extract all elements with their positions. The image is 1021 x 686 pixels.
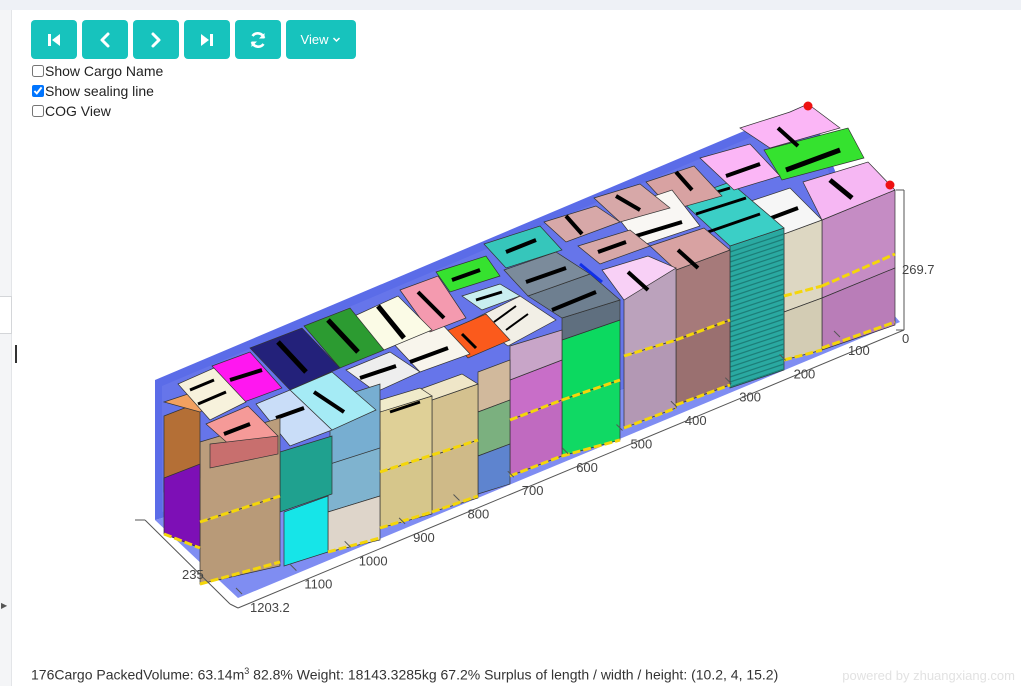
length-tick-label: 1100 [304,577,332,592]
length-tick-label: 200 [794,366,816,381]
powered-by-credit: powered by zhuangxiang.com [842,668,1015,683]
width-axis-label: 235 [182,567,204,582]
packed-volume: PackedVolume: 63.14m [96,666,245,683]
length-tick-label: 700 [522,483,544,498]
height-axis-max-label: 269.7 [902,262,935,277]
length-tick-label: 800 [468,507,490,522]
length-tick-label: 500 [631,437,653,452]
length-tick-label: 600 [576,460,598,475]
height-axis-zero-label: 0 [902,331,909,346]
corner-marker-top [803,101,813,111]
container-3d-view[interactable]: 100 200 300 400 500 600 700 800 900 1000 1100 1203.… [0,0,1021,660]
corner-marker-right [885,180,895,190]
cargo-count: 176Cargo [31,666,93,683]
length-tick-label: 100 [848,343,870,358]
length-tick-label: 400 [685,413,707,428]
length-tick-label: 300 [739,390,761,405]
length-tick-label: 1203.2 [250,600,290,615]
length-tick-label: 1000 [359,553,388,568]
packing-stats: 82.8% Weight: 18143.3285kg 67.2% Surplus… [249,666,779,683]
packing-summary: 176Cargo PackedVolume: 63.14m3 82.8% Wei… [31,666,778,683]
length-tick-label: 900 [413,530,435,545]
